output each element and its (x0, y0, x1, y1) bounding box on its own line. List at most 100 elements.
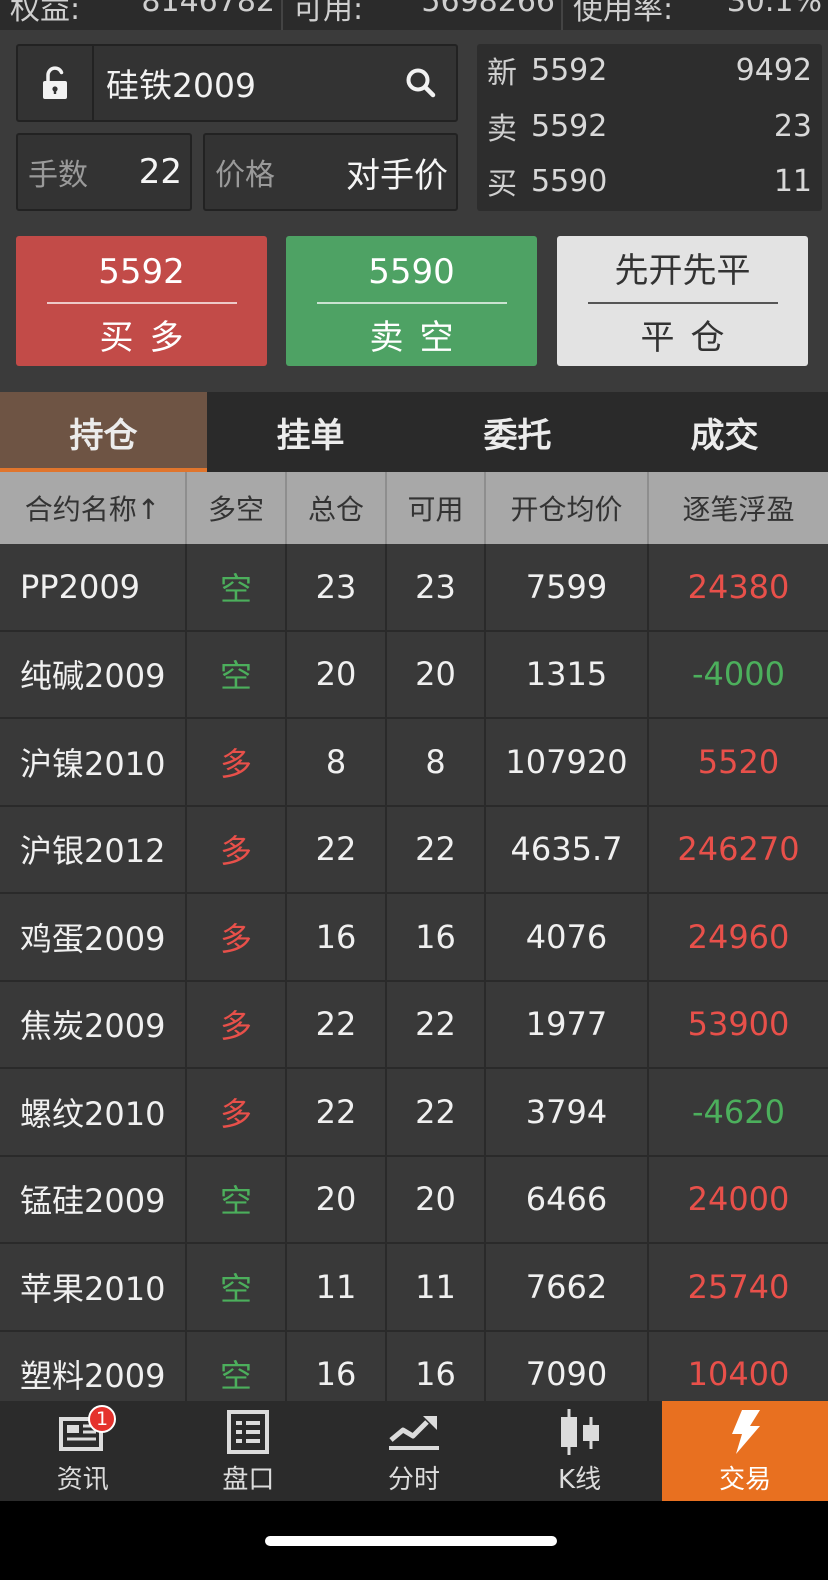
available-position-cell: 20 (387, 631, 486, 717)
tab-pending-orders[interactable]: 挂单 (207, 392, 414, 472)
table-row[interactable]: 纯碱2009 空 20 20 1315 -4000 (0, 631, 828, 719)
quote-label: 买 (487, 167, 517, 202)
tab-positions[interactable]: 持仓 (0, 392, 207, 472)
available-position-cell: 8 (387, 719, 486, 805)
nav-orderbook-label: 盘口 (222, 1464, 275, 1495)
quote-price: 5592 (531, 108, 608, 144)
lightning-icon (728, 1407, 762, 1457)
table-row[interactable]: 焦炭2009 多 22 22 1977 53900 (0, 981, 828, 1069)
available-value: 5698266 (421, 0, 555, 19)
tab-trades[interactable]: 成交 (621, 392, 828, 472)
quote-row-last: 新 5592 9492 (487, 50, 812, 92)
nav-kline[interactable]: K线 (497, 1401, 663, 1501)
floating-pnl-cell: 24000 (687, 1180, 790, 1219)
search-button[interactable] (386, 46, 456, 120)
avg-open-price-cell: 7090 (486, 1331, 649, 1402)
usage-cell: 使用率: 30.1% (563, 0, 828, 30)
nav-intraday[interactable]: 分时 (331, 1401, 497, 1501)
contract-name-cell: 苹果2010 (0, 1244, 187, 1330)
total-position-cell: 20 (287, 631, 387, 717)
sell-short-label: 卖空 (369, 317, 470, 358)
tab-orders[interactable]: 委托 (414, 392, 621, 472)
home-indicator[interactable] (265, 1536, 557, 1546)
quote-label: 卖 (487, 112, 517, 147)
quantity-field[interactable]: 手数 22 (16, 133, 192, 211)
table-row[interactable]: PP2009 空 23 23 7599 24380 (0, 544, 828, 632)
avg-open-price-cell: 3794 (486, 1069, 649, 1155)
contract-name-cell: PP2009 (0, 544, 187, 630)
header-avg-price[interactable]: 开仓均价 (486, 472, 649, 544)
floating-pnl-cell: 5520 (697, 742, 780, 781)
direction-cell: 多 (187, 894, 287, 980)
equity-value: 8146782 (141, 0, 275, 19)
avg-open-price-cell: 107920 (486, 719, 649, 805)
table-row[interactable]: 螺纹2010 多 22 22 3794 -4620 (0, 1069, 828, 1157)
buy-long-label: 买多 (99, 317, 200, 358)
total-position-cell: 8 (287, 719, 387, 805)
quote-panel: 新 5592 9492 卖 5592 23 买 5590 11 (477, 44, 822, 211)
available-cell: 可用: 5698266 (283, 0, 563, 30)
table-row[interactable]: 苹果2010 空 11 11 7662 25740 (0, 1244, 828, 1332)
total-position-cell: 23 (287, 544, 387, 630)
header-direction[interactable]: 多空 (187, 472, 287, 544)
quantity-label: 手数 (28, 158, 88, 193)
header-total[interactable]: 总仓 (287, 472, 387, 544)
floating-pnl-cell: 24960 (687, 917, 790, 956)
floating-pnl-cell: 25740 (687, 1267, 790, 1306)
direction-cell: 多 (187, 719, 287, 805)
table-row[interactable]: 鸡蛋2009 多 16 16 4076 24960 (0, 894, 828, 982)
search-icon (406, 68, 436, 98)
header-pnl[interactable]: 逐笔浮盈 (649, 472, 828, 544)
avg-open-price-cell: 1977 (486, 981, 649, 1067)
direction-cell: 空 (187, 1331, 287, 1402)
avg-open-price-cell: 1315 (486, 631, 649, 717)
nav-orderbook[interactable]: 盘口 (166, 1401, 332, 1501)
intraday-chart-icon (387, 1407, 441, 1457)
available-position-cell: 23 (387, 544, 486, 630)
table-body: PP2009 空 23 23 7599 24380 纯碱2009 空 20 20 1315 -4000… (0, 544, 828, 1402)
quote-row-bid: 买 5590 11 (487, 161, 812, 203)
nav-trade[interactable]: 交易 (662, 1401, 828, 1501)
nav-news[interactable]: 1 资讯 (0, 1401, 166, 1501)
close-position-button[interactable]: 先开先平 平仓 (557, 236, 808, 366)
total-position-cell: 22 (287, 806, 387, 892)
lock-button[interactable] (18, 46, 94, 120)
usage-value: 30.1% (726, 0, 822, 19)
quote-volume: 9492 (735, 52, 812, 88)
contract-name-cell: 沪镍2010 (0, 719, 187, 805)
table-row[interactable]: 塑料2009 空 16 16 7090 10400 (0, 1331, 828, 1402)
quote-volume: 11 (773, 163, 812, 199)
total-position-cell: 22 (287, 981, 387, 1067)
tab-bar: 持仓 挂单 委托 成交 (0, 392, 828, 472)
nav-kline-label: K线 (558, 1464, 602, 1495)
notification-badge: 1 (88, 1405, 116, 1433)
quote-price: 5590 (531, 163, 608, 199)
price-label: 价格 (215, 158, 275, 193)
candlestick-icon (555, 1407, 605, 1457)
available-position-cell: 22 (387, 1069, 486, 1155)
sell-short-button[interactable]: 5590 卖空 (286, 236, 537, 366)
nav-news-label: 资讯 (56, 1464, 109, 1495)
symbol-input[interactable]: 硅铁2009 (94, 46, 386, 120)
nav-intraday-label: 分时 (387, 1464, 440, 1495)
price-field[interactable]: 价格 对手价 (203, 133, 458, 211)
table-header: 合约名称↑ 多空 总仓 可用 开仓均价 逐笔浮盈 (0, 472, 828, 544)
buy-long-button[interactable]: 5592 买多 (16, 236, 267, 366)
quote-row-ask: 卖 5592 23 (487, 106, 812, 148)
system-home-area (0, 1501, 828, 1580)
positions-table: 合约名称↑ 多空 总仓 可用 开仓均价 逐笔浮盈 PP2009 空 23 23 7599… (0, 472, 828, 1402)
available-position-cell: 22 (387, 806, 486, 892)
contract-name-cell: 螺纹2010 (0, 1069, 187, 1155)
table-row[interactable]: 沪银2012 多 22 22 4635.7 246270 (0, 806, 828, 894)
table-row[interactable]: 锰硅2009 空 20 20 6466 24000 (0, 1156, 828, 1244)
symbol-search-box: 硅铁2009 (16, 44, 458, 122)
header-available[interactable]: 可用 (387, 472, 486, 544)
table-row[interactable]: 沪镍2010 多 8 8 107920 5520 (0, 719, 828, 807)
price-value: 对手价 (346, 155, 448, 196)
total-position-cell: 16 (287, 894, 387, 980)
direction-cell: 空 (187, 631, 287, 717)
contract-name-cell: 锰硅2009 (0, 1156, 187, 1242)
avg-open-price-cell: 7599 (486, 544, 649, 630)
header-contract-name[interactable]: 合约名称↑ (0, 472, 187, 544)
equity-cell: 权益: 8146782 (0, 0, 283, 30)
